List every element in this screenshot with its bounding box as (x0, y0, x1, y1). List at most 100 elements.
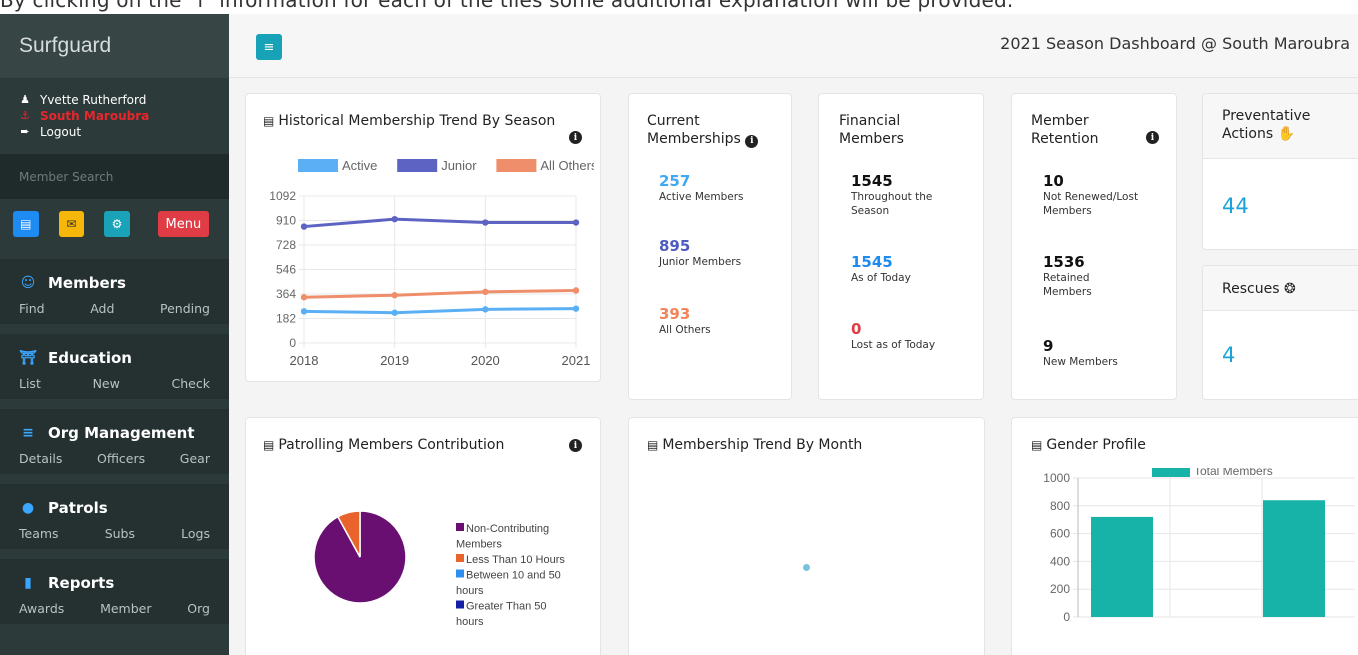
legend-label: Greater Than 50 (466, 601, 547, 613)
link-org[interactable]: Org (187, 601, 210, 616)
club-name[interactable]: South Maroubra (40, 108, 149, 124)
user-name[interactable]: Yvette Rutherford (40, 92, 146, 108)
university-icon: ⛩ (19, 350, 37, 366)
link-officers[interactable]: Officers (97, 451, 145, 466)
y-tick-label: 182 (276, 312, 296, 326)
sidebar-section-education: ⛩ Education List New Check (0, 334, 229, 399)
info-icon[interactable]: i (1146, 131, 1159, 144)
section-title: Org Management (48, 424, 195, 442)
link-new[interactable]: New (93, 376, 120, 391)
member-search-input[interactable]: Member Search (0, 154, 229, 199)
data-point (391, 309, 398, 316)
data-point (482, 288, 489, 296)
gender-bar-chart: 0 200 400 600 800 1000 Total Members (1043, 468, 1355, 624)
monthly-trend-card: ▤ Membership Trend By Month (628, 417, 985, 655)
stat-label: Throughout the (851, 191, 933, 203)
logout-link[interactable]: Logout (40, 124, 81, 140)
link-find[interactable]: Find (19, 301, 45, 316)
legend-label: All Others (540, 158, 594, 173)
legend-swatch (456, 600, 464, 609)
stat-value: 257 (659, 172, 691, 190)
anchor-icon: ⚓ (20, 109, 30, 122)
link-teams[interactable]: Teams (19, 526, 59, 541)
user-block: ♟ Yvette Rutherford ⚓ South Maroubra ➨ Logo… (0, 78, 229, 150)
life-ring-icon: ❂ (1283, 281, 1296, 297)
brand-logo[interactable]: Surfguard (0, 14, 229, 78)
info-icon[interactable]: i (569, 439, 582, 452)
card-title-line1: Current (647, 113, 700, 129)
bar-chart-icon: ▤ (263, 438, 275, 452)
legend-label: Junior (441, 158, 477, 173)
link-awards[interactable]: Awards (19, 601, 64, 616)
settings-button[interactable]: ⚙ (104, 211, 130, 237)
historical-line-chart: 0 182 364 546 728 910 1092 2018 2019 2020 2021 Acti… (269, 158, 594, 368)
y-tick-label: 200 (1050, 582, 1070, 596)
stat-value: 0 (851, 320, 862, 338)
data-point (391, 215, 398, 223)
stat-value: 9 (1043, 337, 1054, 355)
stat-label: Retained (1043, 272, 1090, 284)
sidebar-toggle-button[interactable]: ≡ (256, 34, 282, 60)
legend-label: hours (456, 585, 484, 597)
link-gear[interactable]: Gear (180, 451, 210, 466)
rescues-card: Rescues ❂ 4 (1202, 265, 1358, 400)
link-member[interactable]: Member (100, 601, 151, 616)
stat-value: 10 (1043, 172, 1064, 190)
card-title-line2: Members (839, 131, 904, 147)
dashboard-button[interactable]: ▤ (13, 211, 39, 237)
info-icon[interactable]: i (569, 131, 582, 144)
y-tick-label: 0 (1063, 610, 1070, 624)
bar-chart-icon: ▤ (263, 114, 275, 128)
card-title: Historical Membership Trend By Season (278, 113, 556, 129)
legend-swatch (456, 554, 464, 562)
y-tick-label: 1000 (1043, 471, 1070, 485)
bar-chart-icon: ▤ (1031, 438, 1043, 452)
preventative-actions-card: Preventative Actions ✋ 44 (1202, 93, 1358, 250)
file-icon: ▮ (24, 575, 32, 591)
stat-value: 1545 (851, 172, 893, 190)
card-title: Patrolling Members Contribution (278, 437, 505, 453)
data-point (482, 306, 489, 313)
card-title: Membership Trend By Month (662, 437, 863, 453)
link-pending[interactable]: Pending (160, 301, 210, 316)
link-subs[interactable]: Subs (105, 526, 135, 541)
legend-swatch (298, 159, 338, 172)
bar (1091, 516, 1153, 617)
data-point (482, 219, 489, 226)
link-list[interactable]: List (19, 376, 41, 391)
y-tick-label: 728 (276, 238, 296, 252)
info-icon[interactable]: i (745, 134, 759, 148)
y-tick-label: 546 (276, 263, 296, 277)
legend-label: Total Members (1194, 468, 1273, 478)
member-retention-card: Member Retention i 10 Not Renewed/Lost Me… (1011, 93, 1177, 400)
data-point (391, 292, 398, 299)
legend-swatch (456, 523, 464, 531)
data-point (572, 305, 580, 312)
link-logs[interactable]: Logs (181, 526, 210, 541)
data-point (300, 294, 308, 301)
quick-buttons: ▤ ✉ ⚙ Menu (0, 199, 229, 249)
legend-swatch (1152, 468, 1190, 477)
y-tick-label: 400 (1050, 554, 1070, 568)
patrolling-pie-chart: Non-Contributing Members Less Than 10 Hour… (313, 510, 565, 628)
card-title-line1: Member (1031, 113, 1089, 129)
data-point (572, 219, 580, 226)
sidebar-section-patrols: ● Patrols Teams Subs Logs (0, 484, 229, 549)
historical-trend-card: ▤ Historical Membership Trend By Season i… (245, 93, 601, 382)
current-memberships-card: Current Memberships i 257 Active Members … (628, 93, 792, 400)
y-tick-label: 364 (276, 287, 296, 301)
financial-members-card: Financial Members 1545 Throughout the Sea… (818, 93, 984, 400)
x-tick-label: 2021 (562, 353, 591, 368)
link-add[interactable]: Add (90, 301, 114, 316)
stat-label: Junior Members (659, 256, 742, 268)
link-details[interactable]: Details (19, 451, 62, 466)
empty-chart-point (803, 564, 810, 571)
sidebar-section-reports: ▮ Reports Awards Member Org (0, 559, 229, 624)
link-check[interactable]: Check (172, 376, 210, 391)
menu-button[interactable]: Menu (157, 211, 209, 237)
mail-button[interactable]: ✉ (58, 211, 85, 237)
users-icon: ☺ (20, 275, 36, 291)
logout-icon: ➨ (20, 125, 30, 138)
stat-value: 393 (659, 305, 691, 323)
sidebar: Surfguard ♟ Yvette Rutherford ⚓ South Maro… (0, 14, 229, 655)
